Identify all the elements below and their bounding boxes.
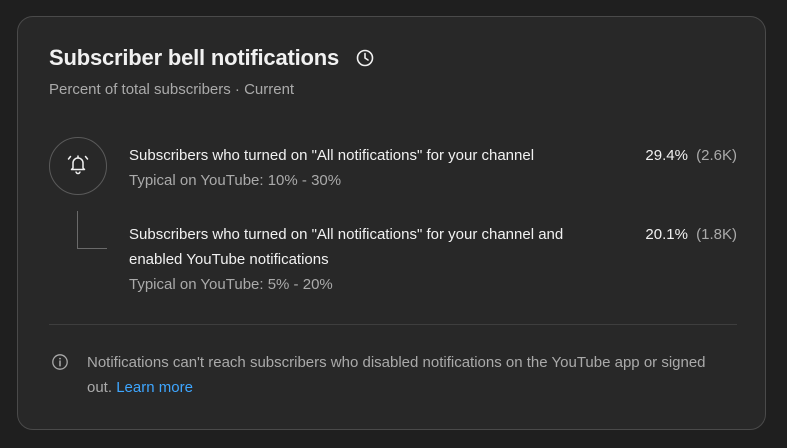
- tree-connector: [77, 211, 107, 249]
- learn-more-link[interactable]: Learn more: [116, 379, 193, 396]
- metric-percent: 29.4%: [645, 147, 688, 164]
- metric-label: Subscribers who turned on "All notificat…: [129, 226, 564, 268]
- bell-icon-circle: [49, 137, 107, 195]
- subscriber-bell-card: Subscriber bell notifications Percent of…: [17, 16, 766, 430]
- metric-row: Subscribers who turned on "All notificat…: [129, 143, 737, 193]
- metric-typical: Typical on YouTube: 10% - 30%: [129, 172, 342, 189]
- metric-value: 29.4% (2.6K): [645, 143, 737, 168]
- info-icon: [51, 353, 69, 371]
- card-title: Subscriber bell notifications: [49, 45, 340, 70]
- metric-row: Subscribers who turned on "All notificat…: [129, 222, 737, 297]
- footer-note: Notifications can't reach subscribers wh…: [87, 350, 727, 400]
- metric-label: Subscribers who turned on "All notificat…: [129, 147, 535, 164]
- metric-typical: Typical on YouTube: 5% - 20%: [129, 276, 333, 293]
- card-subtitle: Percent of total subscribers · Current: [49, 81, 295, 98]
- metric-percent: 20.1%: [645, 226, 688, 243]
- clock-icon[interactable]: [355, 48, 375, 68]
- bell-ringing-icon: [65, 151, 91, 182]
- metric-count: (1.8K): [696, 226, 737, 243]
- metric-value: 20.1% (1.8K): [645, 222, 737, 247]
- divider: [49, 324, 737, 325]
- card-header: Subscriber bell notifications: [49, 45, 375, 71]
- metric-count: (2.6K): [696, 147, 737, 164]
